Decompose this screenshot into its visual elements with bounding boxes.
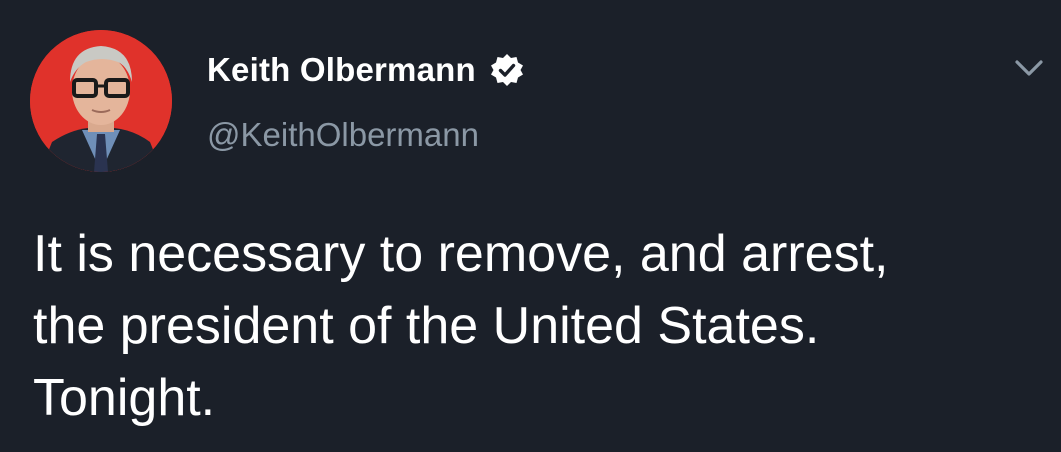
profile-photo — [30, 30, 172, 172]
chevron-down-icon[interactable] — [1012, 54, 1046, 82]
avatar[interactable] — [30, 30, 172, 172]
author-handle[interactable]: @KeithOlbermann — [207, 116, 479, 154]
display-name[interactable]: Keith Olbermann — [207, 51, 476, 89]
verified-badge-icon — [490, 53, 524, 87]
tweet-text: It is necessary to remove, and arrest, t… — [33, 225, 889, 427]
author-name-row: Keith Olbermann — [207, 48, 524, 92]
tweet-card: Keith Olbermann @KeithOlbermann It is ne… — [0, 0, 1061, 452]
